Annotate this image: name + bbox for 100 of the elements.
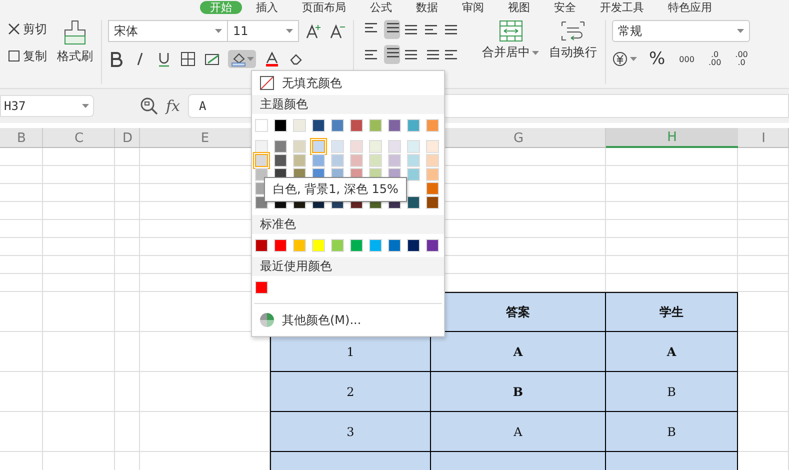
color-swatch[interactable] [426,196,439,209]
ribbon-tab[interactable]: 特色应用 [658,0,722,14]
table-cell: A [431,332,606,372]
border-icon[interactable] [180,51,196,67]
table-cell: 3 [270,412,431,452]
color-swatch[interactable] [369,239,382,252]
color-swatch[interactable] [293,154,306,167]
color-swatch[interactable] [255,239,268,252]
color-swatch[interactable] [312,140,325,153]
color-swatch[interactable] [331,119,344,132]
table-cell: B [606,412,738,452]
ribbon-tab[interactable]: 页面布局 [292,0,356,14]
color-swatch[interactable] [293,140,306,153]
ribbon-tab[interactable]: 数据 [406,0,448,14]
color-swatch[interactable] [369,140,382,153]
font-size-field[interactable]: 11 [227,20,299,42]
column-header[interactable]: D [115,128,140,148]
scissors-icon [8,23,21,36]
color-swatch[interactable] [426,182,439,195]
bold-icon[interactable] [108,51,124,67]
section-title: 最近使用颜色 [252,257,444,276]
currency-icon[interactable] [612,51,628,67]
ribbon-tab[interactable]: 安全 [544,0,586,14]
color-swatch[interactable] [426,239,439,252]
color-swatch[interactable] [369,154,382,167]
color-swatch[interactable] [426,168,439,181]
color-swatch[interactable] [388,140,401,153]
table-cell: A [431,412,606,452]
color-swatch[interactable] [388,239,401,252]
name-box[interactable]: H37 [0,95,94,117]
color-swatch[interactable] [274,154,287,167]
color-swatch[interactable] [407,168,420,181]
color-swatch[interactable] [407,119,420,132]
color-swatch[interactable] [255,140,268,153]
color-swatch[interactable] [426,119,439,132]
color-swatch[interactable] [331,239,344,252]
function-button[interactable]: fx [166,97,180,115]
color-swatch[interactable] [426,140,439,153]
increase-decimal-button[interactable]: .0 .00 [706,50,724,68]
ribbon-tab[interactable]: 公式 [360,0,402,14]
color-swatch[interactable] [293,119,306,132]
color-swatch[interactable] [274,239,287,252]
column-header[interactable]: B [0,128,43,148]
ribbon-tab[interactable]: 视图 [498,0,540,14]
table-cell: B [606,372,738,412]
ribbon-tab[interactable]: 插入 [246,0,288,14]
ribbon-tab[interactable]: 开发工具 [590,0,654,14]
color-swatch[interactable] [407,196,420,209]
color-swatch[interactable] [407,154,420,167]
grow-font-icon[interactable] [305,23,323,39]
color-swatch[interactable] [388,154,401,167]
color-swatch[interactable] [369,119,382,132]
table-cell: 2 [270,372,431,412]
color-swatch[interactable] [293,239,306,252]
color-swatch[interactable] [350,239,363,252]
caret-icon [532,50,539,54]
color-swatch[interactable] [407,239,420,252]
color-swatch[interactable] [350,119,363,132]
cell-style-icon[interactable] [204,51,220,67]
color-swatch[interactable] [331,140,344,153]
color-swatch[interactable] [350,140,363,153]
brush-icon [63,20,87,46]
copy-icon [8,50,21,63]
color-swatch[interactable] [255,154,268,167]
color-swatch[interactable] [255,119,268,132]
color-swatch[interactable] [426,154,439,167]
column-header[interactable]: C [43,128,115,148]
caret-icon [215,29,222,33]
color-swatch[interactable] [274,119,287,132]
color-swatch[interactable] [350,154,363,167]
color-swatch[interactable] [312,119,325,132]
color-swatch[interactable] [312,154,325,167]
color-swatch[interactable] [255,168,268,181]
percent-button[interactable]: % [647,48,668,70]
color-wheel-icon [260,313,274,327]
shrink-font-icon[interactable] [329,23,347,39]
underline-icon[interactable] [156,51,172,67]
copy-button[interactable]: 复制 [6,47,49,66]
zoom-icon[interactable] [140,97,158,115]
color-swatch[interactable] [388,119,401,132]
format-painter-button[interactable]: 格式刷 [55,20,95,84]
color-swatch[interactable] [255,281,268,294]
color-swatch[interactable] [274,140,287,153]
color-swatch[interactable] [331,154,344,167]
color-swatch[interactable] [407,140,420,153]
merge-center-button[interactable]: 合并居中 [480,20,541,84]
caret-icon [82,104,89,108]
ribbon-tab[interactable]: 审阅 [452,0,494,14]
wrap-text-button[interactable]: 自动换行 [547,20,599,84]
font-name-field[interactable]: 宋体 [108,20,228,42]
font-color-icon[interactable] [264,51,280,67]
no-fill-item[interactable]: 无填充颜色 [252,71,444,95]
fill-color-icon[interactable] [230,51,247,67]
number-format-field[interactable]: 常规 [612,20,750,42]
column-header[interactable]: I [738,128,789,148]
cut-button[interactable]: 剪切 [6,20,49,39]
caret-icon [737,29,744,33]
color-swatch[interactable] [312,239,325,252]
thousands-button[interactable]: 000 [677,54,696,64]
decrease-decimal-button[interactable]: .00 .0 [733,50,750,68]
